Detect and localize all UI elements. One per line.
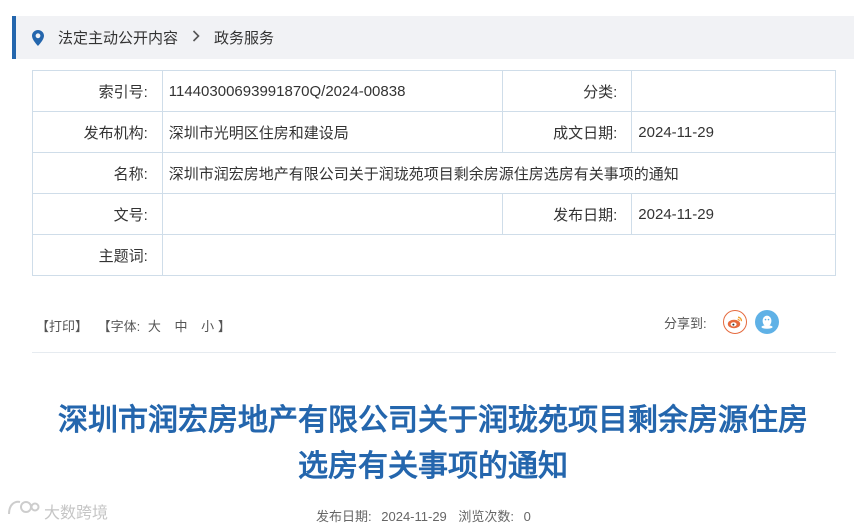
views-label: 浏览次数: [458, 509, 515, 524]
font-large-link[interactable]: 大 [148, 316, 161, 335]
divider [32, 352, 836, 353]
publish-date-value: 2024-11-29 [631, 193, 836, 235]
article-title-line-1: 深圳市润宏房地产有限公司关于润珑苑项目剩余房源住房 [58, 404, 808, 437]
category-value [631, 70, 836, 112]
publish-date-label: 发布日期: [501, 193, 633, 235]
publisher-value: 深圳市光明区住房和建设局 [161, 111, 503, 153]
qq-share-icon[interactable] [754, 310, 779, 334]
weibo-share-icon[interactable] [722, 310, 747, 334]
breadcrumb-item-public-content[interactable]: 法定主动公开内容 [58, 27, 178, 48]
font-medium-link[interactable]: 中 [175, 316, 188, 335]
breadcrumb: 法定主动公开内容 政务服务 [12, 16, 854, 59]
pub-date-value: 2024-11-29 [381, 509, 447, 524]
category-label: 分类: [501, 70, 633, 112]
article-tools: 【打印】 【字体: 大 中 小 】 [36, 316, 231, 335]
share-label: 分享到: [664, 315, 707, 331]
share-bar: 分享到: [664, 310, 779, 334]
chevron-right-icon [192, 29, 200, 47]
article-pub-info: 发布日期: 2024-11-29 浏览次数: 0 [316, 506, 531, 525]
font-size-suffix: 】 [217, 319, 231, 334]
font-size-prefix: 【字体: [97, 319, 141, 334]
watermark-text: 大数跨境 [44, 504, 109, 522]
pub-date-label: 发布日期: [316, 509, 372, 524]
doc-number-value [161, 193, 503, 235]
index-value: 11440300693991870Q/2024-00838 [161, 70, 503, 112]
font-small-link[interactable]: 小 [201, 316, 214, 335]
created-date-label: 成文日期: [501, 111, 633, 153]
name-label: 名称: [32, 152, 163, 194]
location-pin-icon [32, 29, 44, 46]
created-date-value: 2024-11-29 [631, 111, 836, 153]
views-count: 0 [523, 509, 531, 524]
subject-label: 主题词: [32, 234, 163, 276]
breadcrumb-item-gov-service[interactable]: 政务服务 [214, 27, 274, 48]
subject-value [161, 234, 837, 276]
index-label: 索引号: [32, 70, 163, 112]
watermark: 大数跨境 [6, 498, 108, 523]
article-title-line-2: 选房有关事项的通知 [298, 450, 568, 483]
watermark-logo-icon [6, 498, 40, 523]
doc-number-label: 文号: [32, 193, 163, 235]
print-link[interactable]: 【打印】 [36, 316, 88, 335]
name-value: 深圳市润宏房地产有限公司关于润珑苑项目剩余房源住房选房有关事项的通知 [161, 152, 837, 194]
publisher-label: 发布机构: [32, 111, 163, 153]
article-title: 深圳市润宏房地产有限公司关于润珑苑项目剩余房源住房 选房有关事项的通知 [0, 398, 866, 490]
document-meta-table: 索引号: 11440300693991870Q/2024-00838 分类: 发… [32, 70, 837, 276]
